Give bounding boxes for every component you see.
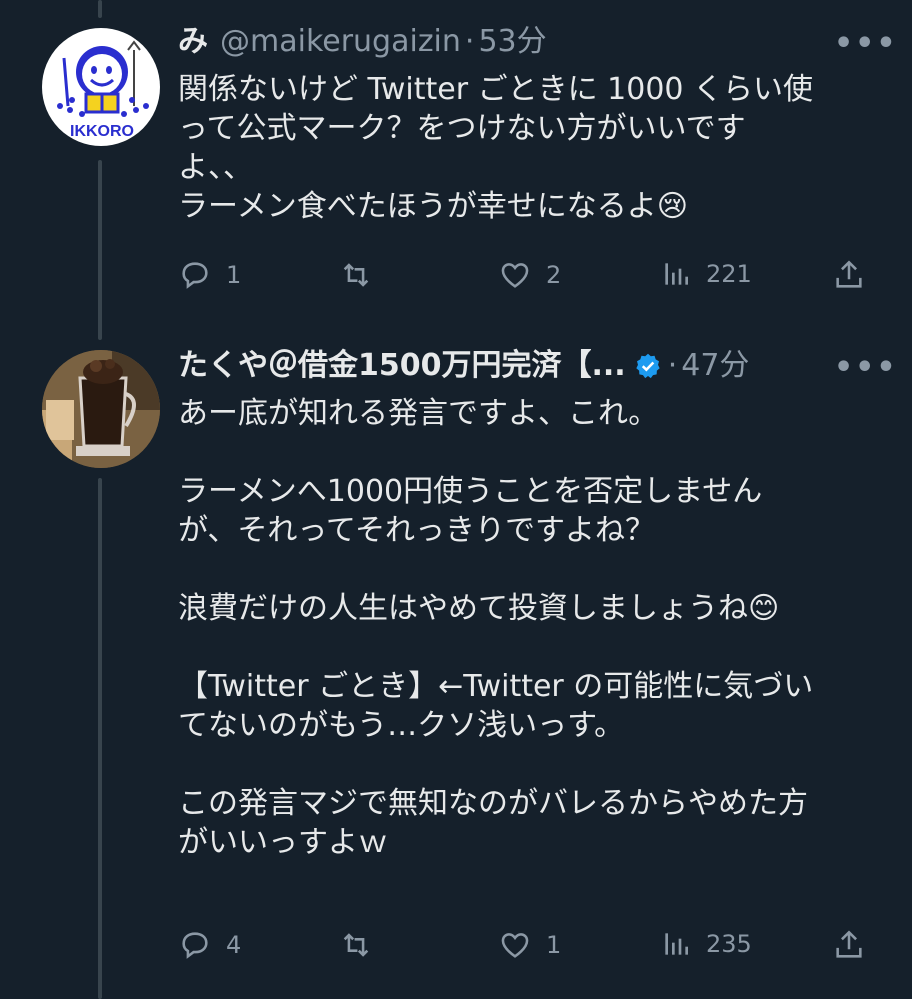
tweet-header: み @maikerugaizin · 53分 xyxy=(178,24,547,60)
retweet-button[interactable] xyxy=(338,928,388,962)
avatar-photo xyxy=(42,350,160,468)
tweet-line: この発言マジで無知なのがバレるからやめた方 xyxy=(178,786,808,821)
like-icon xyxy=(501,933,529,958)
tweet-line-blank xyxy=(178,745,848,784)
tweet-actions: 4 1 235 xyxy=(178,928,868,968)
reply-count: 1 xyxy=(226,261,242,289)
share-button[interactable] xyxy=(832,258,866,292)
thread-line-bottom xyxy=(98,478,102,999)
reply-button[interactable]: 4 xyxy=(178,928,241,962)
share-button[interactable] xyxy=(832,928,866,962)
tweet-line: って公式マーク？をつけない方がいいです xyxy=(178,111,746,146)
like-button[interactable]: 2 xyxy=(498,258,561,292)
reply-count: 4 xyxy=(226,931,242,959)
like-count: 2 xyxy=(546,261,562,289)
tweet-line-blank xyxy=(178,550,848,589)
more-options-button[interactable]: ••• xyxy=(834,26,898,61)
thread-line-middle xyxy=(98,160,102,340)
avatar-text: IKKORO xyxy=(70,123,134,140)
tweet-line: 関係ないけど Twitter ごときに 1000 くらい使 xyxy=(178,72,814,107)
tweet-body: 関係ないけど Twitter ごときに 1000 くらい使 って公式マーク？をつ… xyxy=(178,70,848,226)
like-button[interactable]: 1 xyxy=(498,928,561,962)
tweet-line: ラーメンへ1000円使うことを否定しません xyxy=(178,474,763,509)
like-count: 1 xyxy=(546,931,562,959)
avatar-illustration: IKKORO xyxy=(43,29,159,145)
verified-badge-icon xyxy=(636,353,660,379)
reply-icon xyxy=(182,932,208,959)
retweet-icon xyxy=(343,263,369,287)
more-options-button[interactable]: ••• xyxy=(834,350,898,385)
reply-icon xyxy=(182,262,208,289)
thread-line-top xyxy=(98,0,102,18)
handle[interactable]: @maikerugaizin xyxy=(220,24,461,60)
tweet-line: 浪費だけの人生はやめて投資しましょうね😊 xyxy=(178,591,780,626)
views-button[interactable]: 221 xyxy=(660,258,752,290)
views-count: 221 xyxy=(706,260,752,288)
tweet-actions: 1 2 221 xyxy=(178,258,868,298)
tweet-line: あー底が知れる発言ですよ、これ。 xyxy=(178,396,659,431)
tweet-line: がいいっすよｗ xyxy=(178,825,388,860)
tweet-header: たくや＠借金1500万円完済【... · 47分 xyxy=(178,348,749,384)
display-name[interactable]: たくや＠借金1500万円完済【... xyxy=(178,348,626,384)
share-icon xyxy=(836,930,862,958)
avatar[interactable]: IKKORO xyxy=(42,28,160,146)
tweet-line-blank xyxy=(178,628,848,667)
tweet-line-blank xyxy=(178,433,848,472)
separator: · xyxy=(667,348,678,383)
tweet-line: てないのがもう…クソ浅いっす。 xyxy=(178,708,625,743)
tweet-line: よ、、 xyxy=(178,150,253,185)
avatar[interactable] xyxy=(42,350,160,468)
reply-button[interactable]: 1 xyxy=(178,258,241,292)
views-count: 235 xyxy=(706,930,752,958)
display-name[interactable]: み xyxy=(178,24,208,60)
separator: · xyxy=(464,24,475,59)
views-button[interactable]: 235 xyxy=(660,928,752,960)
tweet-line: が、それってそれっきりですよね？ xyxy=(178,513,655,548)
timestamp[interactable]: 53分 xyxy=(478,24,546,60)
retweet-button[interactable] xyxy=(338,258,388,292)
tweet-line: ラーメン食べたほうが幸せになるよ😢 xyxy=(178,189,689,224)
tweet-line: 【Twitter ごとき】←Twitter の可能性に気づい xyxy=(178,669,814,704)
views-icon xyxy=(665,933,688,955)
retweet-icon xyxy=(343,933,369,957)
timestamp[interactable]: 47分 xyxy=(681,348,749,384)
share-icon xyxy=(836,260,862,288)
like-icon xyxy=(501,263,529,288)
tweet-body: あー底が知れる発言ですよ、これ。 ラーメンへ1000円使うことを否定しません が… xyxy=(178,394,848,862)
views-icon xyxy=(665,263,688,285)
